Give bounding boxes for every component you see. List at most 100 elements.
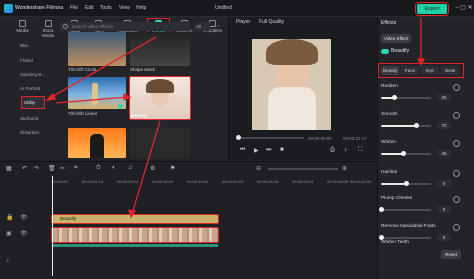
download-icon[interactable] bbox=[118, 104, 123, 109]
category-opening[interactable]: Opening B... bbox=[0, 69, 52, 80]
beautify-toggle[interactable] bbox=[381, 49, 389, 54]
marker-icon[interactable]: ⚑ bbox=[170, 165, 175, 172]
menu-help[interactable]: Help bbox=[136, 5, 146, 11]
track-video-icon[interactable]: ▣ bbox=[6, 230, 12, 237]
window-controls[interactable]: − ▢ ✕ bbox=[455, 4, 473, 11]
category-utility[interactable]: Utility bbox=[21, 96, 45, 109]
category-ai-portrait[interactable]: AI Portrait bbox=[0, 83, 52, 94]
video-clip[interactable] bbox=[51, 227, 219, 243]
redo-icon[interactable]: ↷ bbox=[34, 165, 39, 172]
category-blur[interactable]: Blur bbox=[0, 40, 52, 51]
tab-stock-media[interactable]: Stock Media bbox=[36, 19, 60, 38]
track-eye-icon[interactable]: 👁 bbox=[20, 230, 28, 237]
fullscreen-icon[interactable]: ⛶ bbox=[358, 147, 362, 154]
zoom-out-icon[interactable]: ⊖ bbox=[256, 165, 261, 172]
beautify-effect-clip[interactable]: Beautify bbox=[51, 214, 219, 224]
segment-face[interactable]: Face bbox=[401, 66, 419, 75]
reset-param-icon[interactable] bbox=[453, 112, 460, 119]
thumb-effect-orange[interactable] bbox=[68, 128, 126, 158]
menu-view[interactable]: View bbox=[119, 5, 130, 11]
thumb-effect-dark[interactable] bbox=[130, 128, 190, 158]
param-value-input[interactable]: 26 bbox=[437, 94, 451, 101]
menu-tools[interactable]: Tools bbox=[100, 5, 112, 11]
menu-file[interactable]: File bbox=[70, 5, 78, 11]
scrubber-handle[interactable] bbox=[236, 135, 241, 140]
reset-param-icon[interactable] bbox=[453, 84, 460, 91]
param-slider-knob[interactable] bbox=[391, 95, 397, 100]
tab-media[interactable]: Media bbox=[12, 19, 33, 36]
video-effect-tab[interactable]: Video Effect bbox=[381, 34, 411, 43]
crop-icon[interactable]: ⌗ bbox=[74, 165, 77, 172]
quality-dropdown[interactable]: Full Quality bbox=[259, 19, 284, 25]
category-distortion[interactable]: Distortion bbox=[0, 127, 52, 138]
param-value-input[interactable]: 45 bbox=[437, 150, 451, 157]
param-slider-track[interactable] bbox=[381, 237, 431, 239]
param-value-input[interactable]: 70 bbox=[437, 122, 451, 129]
portrait-hair bbox=[146, 79, 174, 93]
thumb-tilt-shift-linear[interactable] bbox=[68, 77, 126, 109]
export-button[interactable]: Export bbox=[415, 2, 449, 16]
param-slider-track[interactable] bbox=[381, 153, 431, 155]
param-slider-track[interactable] bbox=[381, 125, 431, 127]
category-starburst[interactable]: Starburst bbox=[0, 113, 52, 124]
thumb-shape-mask[interactable] bbox=[130, 32, 190, 66]
next-frame-icon[interactable]: ⏭ bbox=[266, 147, 271, 154]
search-effects-input[interactable]: Search video effects bbox=[60, 22, 190, 31]
segment-nose[interactable]: Nose bbox=[441, 66, 459, 75]
total-time: 00:00:21:17 bbox=[343, 136, 367, 141]
param-slider-knob[interactable] bbox=[378, 207, 384, 212]
ruler-tick: 00:00:19:04 bbox=[187, 179, 209, 184]
menu-edit[interactable]: Edit bbox=[85, 5, 94, 11]
track-audio-icon[interactable]: ♪ bbox=[6, 258, 9, 264]
track-lock-icon[interactable]: 🔒 bbox=[6, 214, 13, 221]
param-label: Smooth bbox=[381, 112, 398, 117]
grid-icon[interactable]: ▦ bbox=[6, 165, 12, 172]
filter-dropdown[interactable]: All bbox=[194, 22, 210, 31]
track-eye-icon[interactable]: 👁 bbox=[20, 214, 28, 221]
segment-eye[interactable]: Eye bbox=[421, 66, 439, 75]
speed-icon[interactable]: ⏱ bbox=[96, 165, 101, 172]
grid-view-icon[interactable]: ⋯ bbox=[214, 23, 220, 30]
media-icon bbox=[19, 20, 26, 27]
param-slider-knob[interactable] bbox=[403, 181, 409, 186]
segment-beauty[interactable]: Beauty bbox=[381, 66, 399, 75]
render-icon[interactable]: ⚙ bbox=[150, 165, 155, 172]
reset-param-icon[interactable] bbox=[453, 170, 460, 177]
color-icon[interactable]: ◐ bbox=[112, 165, 116, 171]
param-value-input[interactable]: 0 bbox=[437, 234, 451, 241]
player-scrubber[interactable] bbox=[238, 137, 304, 139]
ruler-tick: 00:00:14:09 bbox=[152, 179, 174, 184]
undo-icon[interactable]: ↶ bbox=[22, 165, 27, 172]
audio-edit-icon[interactable]: ♫ bbox=[128, 165, 133, 171]
properties-header[interactable]: Effects bbox=[381, 20, 396, 26]
param-slider-track[interactable] bbox=[381, 209, 431, 211]
param-value-input[interactable]: 0 bbox=[437, 180, 451, 187]
category-flicker[interactable]: Flicker bbox=[0, 55, 52, 66]
ruler-tick: 00:00:09:14 bbox=[117, 179, 139, 184]
reset-param-icon[interactable] bbox=[453, 140, 460, 147]
zoom-in-icon[interactable]: ⊕ bbox=[342, 165, 347, 172]
param-slider-track[interactable] bbox=[381, 97, 431, 99]
reset-param-icon[interactable] bbox=[453, 196, 460, 203]
volume-icon[interactable]: ♪ bbox=[344, 147, 347, 153]
thumb-tilt-shift-circle[interactable] bbox=[68, 32, 126, 66]
reset-button[interactable]: Reset bbox=[441, 250, 461, 259]
search-icon bbox=[63, 24, 68, 29]
prev-frame-icon[interactable]: ⏮ bbox=[240, 147, 245, 154]
delete-icon[interactable]: 🗑 bbox=[48, 165, 56, 172]
ruler-tick: 00:00:00 bbox=[52, 179, 68, 184]
param-slider-knob[interactable] bbox=[413, 123, 419, 128]
stop-icon[interactable]: ■ bbox=[280, 147, 284, 153]
snapshot-icon[interactable]: ⎙ bbox=[330, 147, 335, 154]
tab-media-label: Media bbox=[16, 28, 29, 33]
param-value-input[interactable]: 0 bbox=[437, 206, 451, 213]
reset-param-icon[interactable] bbox=[453, 224, 460, 231]
play-icon[interactable]: ▶ bbox=[254, 147, 259, 154]
audio-waveform[interactable] bbox=[52, 244, 218, 247]
playhead[interactable] bbox=[52, 176, 53, 276]
preview-hair bbox=[266, 39, 318, 65]
player-label: Player bbox=[236, 19, 251, 25]
param-slider-knob[interactable] bbox=[401, 151, 406, 156]
cut-icon[interactable]: ✂ bbox=[60, 165, 65, 172]
zoom-slider[interactable] bbox=[268, 168, 338, 170]
